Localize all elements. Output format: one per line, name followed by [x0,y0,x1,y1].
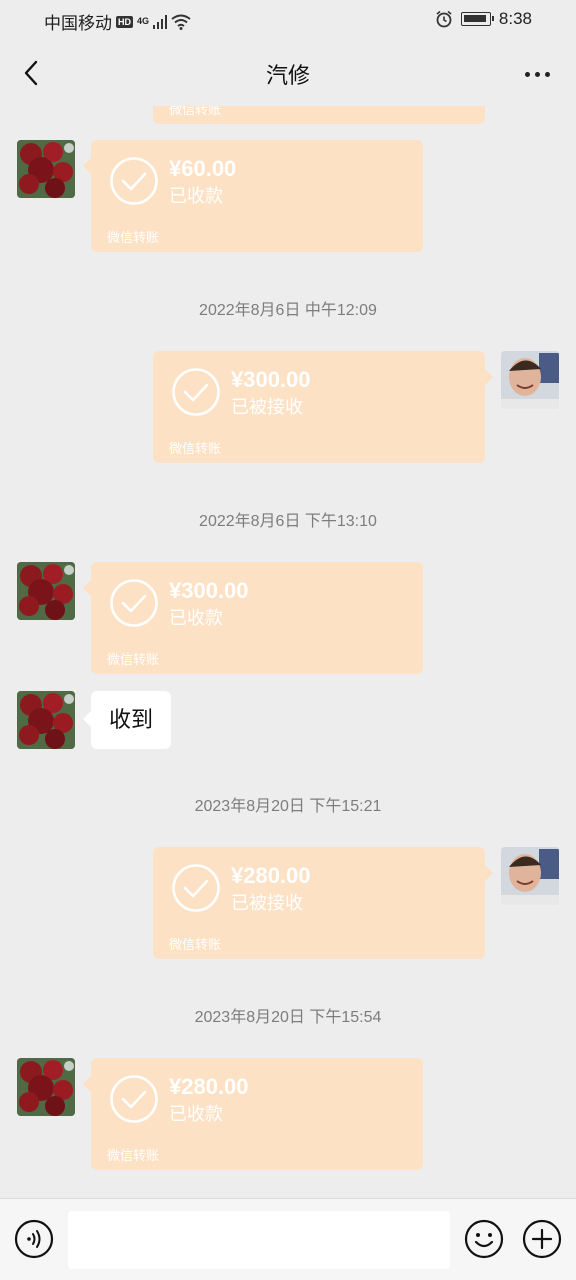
network-label: 4G [137,16,150,26]
flower-avatar-image [17,140,75,198]
transfer-amount: ¥300.00 [231,367,311,392]
transfer-bubble-sent[interactable]: ¥300.00 已被接收 微信转账 [153,351,493,463]
message-input[interactable] [68,1211,450,1269]
avatar-contact[interactable] [17,1058,75,1116]
plus-circle-icon [522,1219,562,1259]
transfer-footer: 微信转账 [169,106,222,117]
status-bar: 中国移动 HD 4G 8:38 [0,0,576,40]
plus-button[interactable] [522,1219,562,1259]
avatar-self[interactable] [501,351,559,409]
check-circle-icon [172,864,220,912]
check-circle-icon [110,157,158,205]
timestamp: 2023年8月20日 下午15:54 [194,1009,382,1026]
transfer-status: 已收款 [169,186,223,206]
transfer-bubble-sent[interactable]: ¥280.00 已被接收 微信转账 [153,847,493,959]
wifi-icon [171,14,191,30]
person-avatar-image [501,351,559,409]
transfer-footer: 微信转账 [107,1148,160,1163]
input-bar [0,1198,576,1280]
timestamp: 2022年8月6日 下午13:10 [199,513,377,530]
transfer-amount: ¥300.00 [169,578,249,603]
transfer-amount: ¥280.00 [169,1074,249,1099]
transfer-footer: 微信转账 [169,441,222,456]
more-dot [524,71,530,77]
timestamp: 2022年8月6日 中午12:09 [199,302,377,319]
timestamp: 2023年8月20日 下午15:21 [194,798,382,815]
emoji-button[interactable] [464,1219,504,1259]
chat-title: 汽修 [265,63,310,88]
transfer-status: 已被接收 [231,397,303,417]
transfer-footer: 微信转账 [107,652,160,667]
flower-avatar-image [17,562,75,620]
more-button[interactable] [522,64,552,84]
flower-avatar-image [17,691,75,749]
alarm-icon [436,10,452,28]
transfer-status: 已收款 [169,608,223,628]
check-circle-icon [110,579,158,627]
emoji-icon [464,1219,504,1259]
check-circle-icon [110,1075,158,1123]
transfer-bubble-received[interactable]: ¥280.00 已收款 微信转账 [83,1058,423,1170]
transfer-amount: ¥60.00 [169,156,237,181]
transfer-status: 已收款 [169,1104,223,1124]
hd-badge: HD [116,15,133,28]
transfer-footer: 微信转账 [107,230,160,245]
avatar-contact[interactable] [17,691,75,749]
avatar-self[interactable] [501,847,559,905]
person-avatar-image [501,847,559,905]
carrier-label: 中国移动 [44,14,112,33]
signal-icon [153,14,168,29]
clock-label: 8:38 [498,9,532,28]
more-dot [534,71,540,77]
flower-avatar-image [17,1058,75,1116]
transfer-amount: ¥280.00 [231,863,311,888]
transfer-bubble-received[interactable]: ¥60.00 已收款 微信转账 [83,140,423,252]
avatar-contact[interactable] [17,140,75,198]
transfer-bubble-sent[interactable]: 微信转账 [153,106,485,124]
battery-icon [460,12,494,26]
voice-icon [14,1219,54,1259]
status-bar-right: 8:38 [435,9,532,29]
transfer-status: 已被接收 [231,893,303,913]
title-bar: 汽修 [0,40,576,106]
voice-button[interactable] [14,1219,54,1259]
status-bar-left: 中国移动 HD 4G [44,9,191,34]
chat-area[interactable]: 微信转账 ¥60.00 已收款 微信转账 2022年8月6日 中午12:09 ¥… [0,106,576,1198]
check-circle-icon [172,368,220,416]
transfer-bubble-received[interactable]: ¥300.00 已收款 微信转账 [83,562,423,674]
more-dot [544,71,550,77]
text-bubble-received[interactable]: 收到 [82,691,172,749]
avatar-contact[interactable] [17,562,75,620]
transfer-footer: 微信转账 [169,937,222,952]
